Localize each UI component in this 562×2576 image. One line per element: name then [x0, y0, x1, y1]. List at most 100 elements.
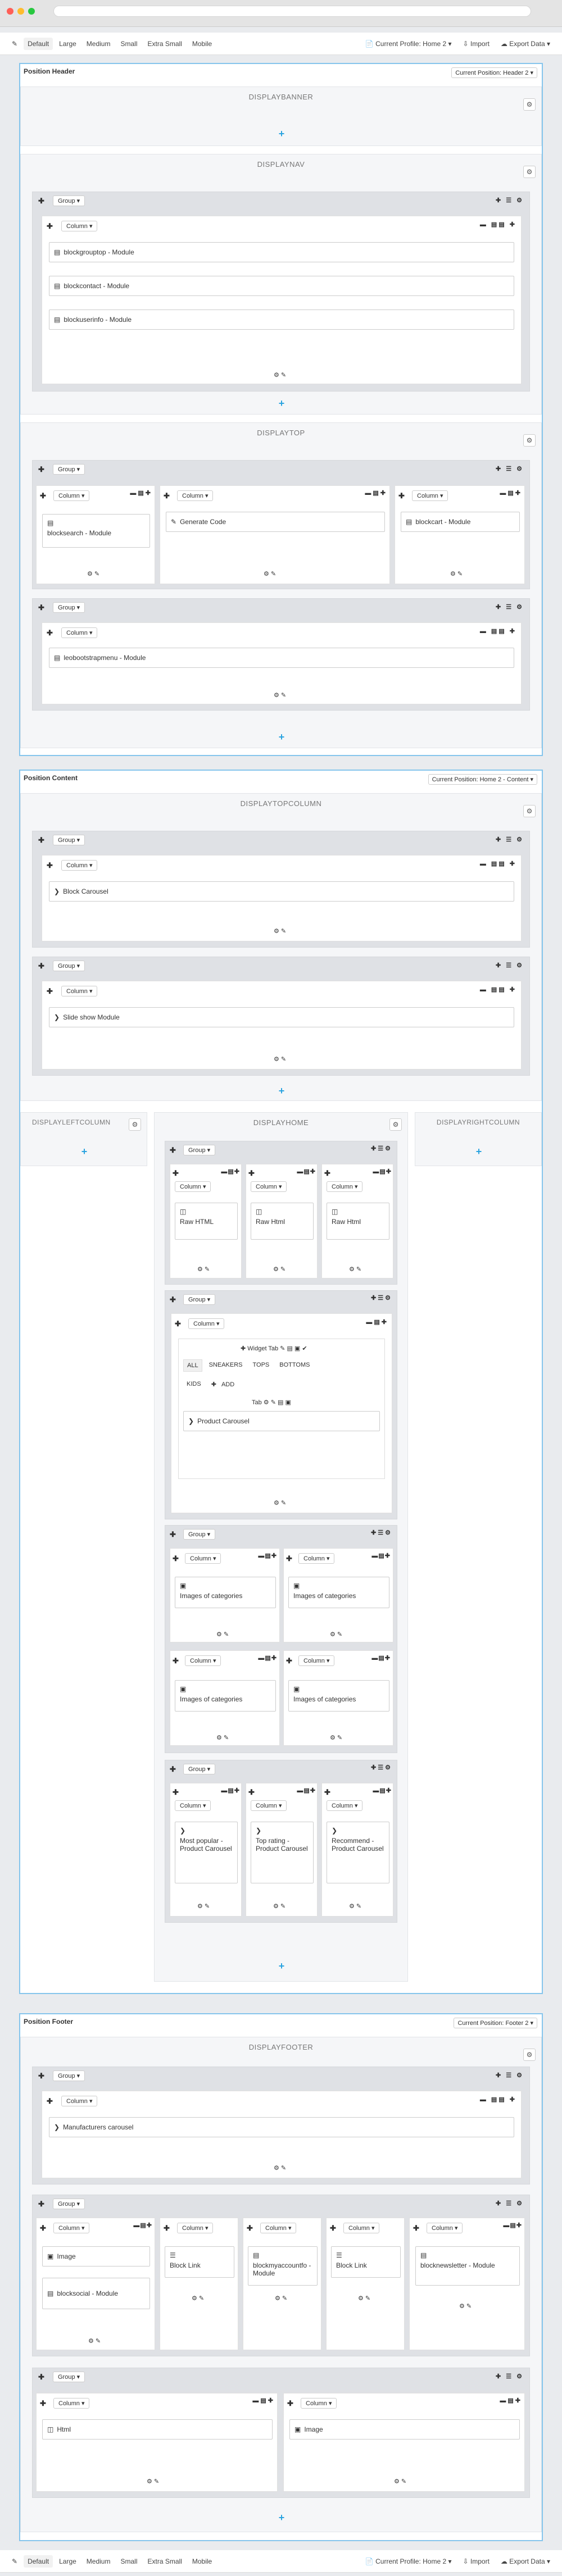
column-footer-icons[interactable]: ⚙ ✎ — [192, 2295, 204, 2302]
column-select[interactable]: Column ▾ — [298, 1553, 335, 1564]
column-controls[interactable]: ▬ ▤▤ ✚ — [480, 627, 516, 635]
move-icon[interactable]: ✚ — [330, 2224, 336, 2233]
module-item[interactable]: ▤ blockmyaccountfo - Module — [248, 2246, 318, 2286]
move-icon[interactable]: ✚ — [398, 491, 405, 500]
column-controls[interactable]: ▬▤✚ — [373, 1787, 392, 1794]
tab-all[interactable]: ALL — [183, 1359, 202, 1372]
device-large[interactable]: Large — [55, 2555, 80, 2568]
column-select[interactable]: Column ▾ — [298, 1655, 335, 1666]
group-select[interactable]: Group ▾ — [53, 2372, 85, 2382]
column-select[interactable]: Column ▾ — [177, 2223, 214, 2233]
module-item[interactable]: ▤ blocknewsletter - Module — [415, 2246, 520, 2286]
module-item[interactable]: ❯ Manufacturers carousel — [49, 2117, 514, 2137]
column-controls[interactable]: ▬▤✚ — [130, 489, 152, 497]
column-select[interactable]: Column ▾ — [185, 1553, 221, 1564]
column-footer-icons[interactable]: ⚙ ✎ — [274, 2164, 286, 2172]
column-footer-icons[interactable]: ⚙ ✎ — [274, 1499, 286, 1507]
gear-icon[interactable]: ⚙ — [523, 98, 536, 111]
add-group-button[interactable]: + — [277, 398, 287, 408]
tab-tops[interactable]: TOPS — [250, 1359, 273, 1372]
column-controls[interactable]: ▬▤✚ — [258, 1654, 277, 1662]
move-icon[interactable]: ✚ — [247, 2224, 253, 2233]
column-select[interactable]: Column ▾ — [185, 1655, 221, 1666]
move-icon[interactable]: ✚ — [164, 2224, 170, 2233]
gear-icon[interactable]: ⚙ — [523, 805, 536, 817]
move-icon[interactable]: ✚ — [47, 2097, 53, 2106]
module-item[interactable]: ◫ Raw HTML — [175, 1203, 238, 1240]
group-controls[interactable]: ✚ ☰ ⚙ — [496, 2072, 524, 2079]
column-footer-icons[interactable]: ⚙ ✎ — [394, 2478, 406, 2485]
group-controls[interactable]: ✚ ☰ ⚙ — [496, 836, 524, 843]
column-select[interactable]: Column ▾ — [251, 1181, 287, 1192]
module-item[interactable]: ❯ Slide show Module — [49, 1007, 514, 1027]
group-controls[interactable]: ✚☰⚙ — [371, 1294, 392, 1301]
column-footer-icons[interactable]: ⚙ ✎ — [275, 2295, 287, 2302]
device-small[interactable]: Small — [116, 38, 141, 50]
move-icon[interactable]: ✚ — [175, 1319, 181, 1328]
move-icon[interactable]: ✚ — [38, 197, 44, 206]
group-controls[interactable]: ✚ ☰ ⚙ — [496, 2373, 524, 2380]
address-bar[interactable] — [53, 6, 531, 17]
module-item[interactable]: ▤ blockcart - Module — [401, 512, 520, 532]
add-group-button[interactable]: + — [277, 1086, 287, 1096]
add-group-button[interactable]: + — [474, 1146, 484, 1157]
gear-icon[interactable]: ⚙ — [129, 1118, 141, 1131]
tab-header[interactable]: Tab ⚙ ✎ ▤ ▣ — [252, 1399, 291, 1406]
module-item[interactable]: ▣ Images of categories — [175, 1680, 276, 1712]
move-icon[interactable]: ✚ — [170, 1146, 176, 1155]
module-item[interactable]: ❯ Product Carousel — [183, 1411, 380, 1431]
device-default[interactable]: Default — [24, 2555, 53, 2568]
maximize-dot[interactable] — [28, 8, 35, 15]
move-icon[interactable]: ✚ — [38, 962, 44, 971]
column-footer-icons[interactable]: ⚙ ✎ — [274, 927, 286, 935]
column-controls[interactable]: ▬▤✚ — [258, 1552, 277, 1559]
move-icon[interactable]: ✚ — [173, 1788, 179, 1797]
module-item[interactable]: ❯ Most popular - Product Carousel — [175, 1822, 238, 1883]
column-controls[interactable]: ▬▤✚ — [373, 1168, 392, 1175]
column-select[interactable]: Column ▾ — [61, 860, 98, 871]
add-group-button[interactable]: + — [277, 732, 287, 742]
column-footer-icons[interactable]: ⚙ ✎ — [274, 1055, 286, 1063]
column-footer-icons[interactable]: ⚙ ✎ — [273, 1903, 285, 1910]
column-select[interactable]: Column ▾ — [301, 2398, 337, 2409]
add-group-button[interactable]: + — [79, 1146, 89, 1157]
group-select[interactable]: Group ▾ — [53, 2199, 85, 2209]
move-icon[interactable]: ✚ — [173, 1656, 179, 1665]
column-select[interactable]: Column ▾ — [412, 490, 448, 501]
column-footer-icons[interactable]: ⚙ ✎ — [349, 1266, 361, 1273]
group-select[interactable]: Group ▾ — [53, 961, 85, 971]
add-group-button[interactable]: + — [277, 1961, 287, 1971]
move-icon[interactable]: ✚ — [40, 491, 46, 500]
column-footer-icons[interactable]: ⚙ ✎ — [197, 1903, 210, 1910]
header-position-select[interactable]: Current Position: Header 2 ▾ — [451, 67, 537, 78]
close-dot[interactable] — [7, 8, 13, 15]
module-item[interactable]: ❯ Top rating - Product Carousel — [251, 1822, 314, 1883]
column-footer-icons[interactable]: ⚙ ✎ — [358, 2295, 370, 2302]
move-icon[interactable]: ✚ — [248, 1169, 255, 1178]
module-item[interactable]: ▣ Images of categories — [288, 1680, 389, 1712]
wrench-icon[interactable]: ✎ — [8, 38, 21, 50]
move-icon[interactable]: ✚ — [170, 1530, 176, 1539]
move-icon[interactable]: ✚ — [47, 629, 53, 638]
device-large[interactable]: Large — [55, 38, 80, 50]
column-controls[interactable]: ▬▤✚ — [221, 1787, 240, 1794]
module-item[interactable]: ▣ Image — [289, 2419, 520, 2440]
column-controls[interactable]: ▬▤✚ — [366, 1318, 388, 1326]
move-icon[interactable]: ✚ — [248, 1788, 255, 1797]
move-icon[interactable]: ✚ — [287, 2399, 293, 2408]
add-group-button[interactable]: + — [277, 2513, 287, 2523]
module-item[interactable]: ▣ Images of categories — [175, 1577, 276, 1608]
move-icon[interactable]: ✚ — [38, 836, 44, 845]
module-item[interactable]: ❯ Recommend - Product Carousel — [327, 1822, 389, 1883]
module-item[interactable]: ◫ Raw Html — [251, 1203, 314, 1240]
move-icon[interactable]: ✚ — [47, 222, 53, 231]
column-footer-icons[interactable]: ⚙ ✎ — [450, 570, 463, 577]
tab-bottoms[interactable]: BOTTOMS — [276, 1359, 313, 1372]
column-select[interactable]: Column ▾ — [61, 627, 98, 638]
device-default[interactable]: Default — [24, 37, 53, 50]
move-icon[interactable]: ✚ — [38, 2072, 44, 2081]
column-select[interactable]: Column ▾ — [175, 1800, 211, 1811]
group-controls[interactable]: ✚ ☰ ⚙ — [496, 603, 524, 611]
footer-position-select[interactable]: Current Position: Footer 2 ▾ — [454, 2018, 537, 2028]
group-select[interactable]: Group ▾ — [183, 1145, 216, 1155]
